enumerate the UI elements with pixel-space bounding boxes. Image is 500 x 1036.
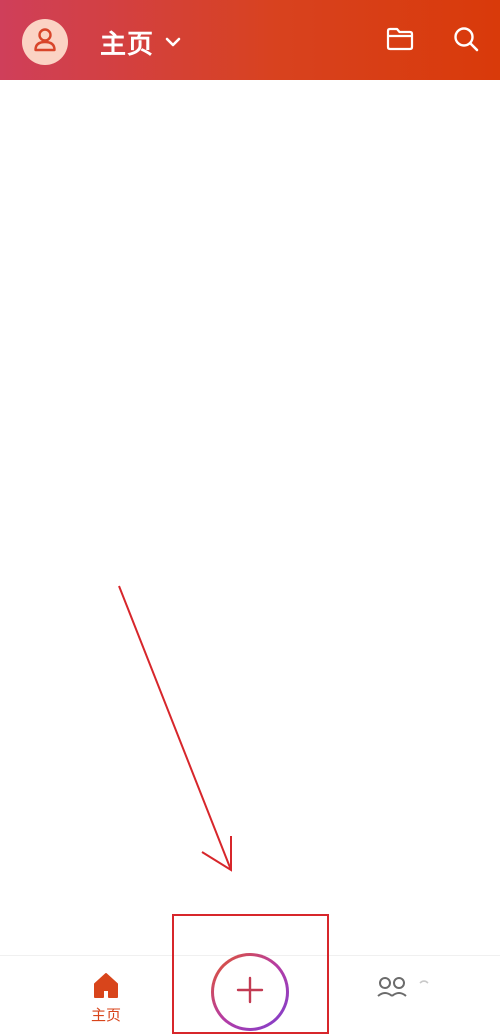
folder-icon: [385, 26, 415, 56]
nav-home-label: 主页: [90, 1006, 121, 1024]
content-area: [0, 80, 500, 955]
app-header: 主页: [0, 0, 500, 80]
user-icon: [31, 26, 59, 58]
search-button[interactable]: [451, 26, 481, 56]
chevron-down-icon: [164, 36, 182, 48]
title-dropdown[interactable]: 主页: [100, 22, 182, 62]
avatar-button[interactable]: [22, 19, 68, 65]
folder-button[interactable]: [385, 26, 415, 56]
people-icon: [376, 977, 436, 1014]
page-title: 主页: [100, 29, 155, 60]
search-icon: [452, 25, 480, 57]
nav-home-tab[interactable]: 主页: [80, 970, 132, 1030]
nav-people-tab[interactable]: [376, 974, 436, 1014]
annotation-highlight-box: [172, 914, 329, 1034]
home-icon: [80, 970, 132, 1002]
